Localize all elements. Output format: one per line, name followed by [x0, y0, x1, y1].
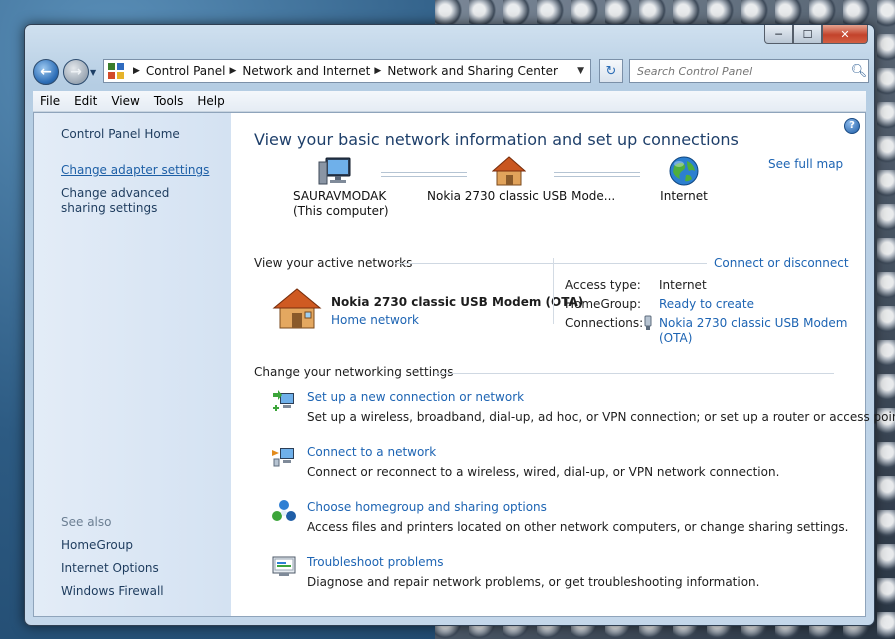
- homegroup-ready-link[interactable]: Ready to create: [659, 297, 754, 312]
- connection-name-link[interactable]: Nokia 2730 classic USB Modem (OTA): [659, 316, 848, 346]
- address-bar[interactable]: ▶ Control Panel ▶ Network and Internet ▶…: [103, 59, 591, 83]
- settings-title: Change your networking settings: [254, 365, 454, 379]
- internet-options-link[interactable]: Internet Options: [61, 561, 159, 576]
- chevron-down-icon: ▼: [90, 67, 97, 77]
- active-networks-title: View your active networks: [254, 256, 413, 270]
- breadcrumb-network-sharing-center[interactable]: Network and Sharing Center: [387, 64, 558, 78]
- menu-edit[interactable]: Edit: [67, 94, 104, 108]
- computer-node-label: SAURAVMODAK (This computer): [293, 189, 389, 219]
- close-button[interactable]: ✕: [822, 25, 868, 44]
- caption-buttons: ─ ☐ ✕: [764, 25, 868, 44]
- search-input[interactable]: [635, 61, 850, 81]
- menu-file[interactable]: File: [33, 94, 67, 108]
- back-button[interactable]: ←: [33, 59, 59, 85]
- troubleshoot-link[interactable]: Troubleshoot problems: [307, 555, 443, 569]
- connection-line: [381, 172, 467, 177]
- access-type-value: Internet: [659, 278, 707, 292]
- connect-network-icon: [272, 448, 294, 467]
- home-network-icon: [272, 288, 322, 329]
- connection-line: [554, 172, 640, 177]
- connect-network-desc: Connect or reconnect to a wireless, wire…: [307, 465, 780, 479]
- main-pane: ? View your basic network information an…: [231, 113, 895, 616]
- breadcrumb-arrow-icon[interactable]: ▶: [374, 66, 381, 76]
- arrow-right-icon: →: [70, 64, 82, 80]
- connect-network-link[interactable]: Connect to a network: [307, 445, 436, 459]
- arrow-left-icon: ←: [40, 64, 52, 80]
- menu-tools[interactable]: Tools: [147, 94, 191, 108]
- network-house-icon[interactable]: [492, 155, 526, 187]
- troubleshoot-desc: Diagnose and repair network problems, or…: [307, 575, 760, 589]
- homegroup-label: HomeGroup:: [565, 297, 642, 311]
- address-dropdown-icon[interactable]: ▼: [577, 66, 584, 76]
- navigation-bar: ← → ▼ ▶ Control Panel ▶ Network and Inte…: [33, 59, 869, 85]
- section-divider: [434, 373, 834, 374]
- vertical-divider: [553, 258, 554, 324]
- help-icon[interactable]: ?: [844, 118, 860, 134]
- connect-disconnect-link[interactable]: Connect or disconnect: [714, 256, 849, 271]
- homegroup-link[interactable]: HomeGroup: [61, 538, 133, 553]
- connections-label: Connections:: [565, 316, 644, 330]
- setup-connection-desc: Set up a wireless, broadband, dial-up, a…: [307, 410, 895, 424]
- homegroup-sharing-icon: [272, 500, 296, 521]
- content-area: Control Panel Home Change adapter settin…: [33, 112, 895, 617]
- internet-node-label: Internet: [660, 189, 708, 203]
- computer-name: SAURAVMODAK: [293, 189, 387, 203]
- computer-icon[interactable]: [318, 156, 352, 186]
- computer-sub: (This computer): [293, 204, 389, 218]
- breadcrumb-arrow-icon[interactable]: ▶: [230, 66, 237, 76]
- windows-firewall-link[interactable]: Windows Firewall: [61, 584, 164, 599]
- refresh-button[interactable]: ↻: [599, 59, 623, 83]
- internet-globe-icon[interactable]: [668, 155, 700, 187]
- change-adapter-settings-link[interactable]: Change adapter settings: [61, 163, 209, 178]
- home-network-link[interactable]: Home network: [331, 313, 419, 328]
- control-panel-home-link[interactable]: Control Panel Home: [61, 127, 180, 142]
- change-advanced-sharing-link[interactable]: Change advanced sharing settings: [61, 186, 211, 216]
- homegroup-options-link[interactable]: Choose homegroup and sharing options: [307, 500, 547, 514]
- left-pane: Control Panel Home Change adapter settin…: [34, 113, 231, 616]
- active-network-name: Nokia 2730 classic USB Modem (OTA): [331, 295, 584, 309]
- network-sharing-window: ─ ☐ ✕ ← → ▼ ▶ Control Panel ▶ Network an…: [24, 24, 895, 626]
- recent-pages-dropdown[interactable]: ▼: [90, 68, 100, 77]
- breadcrumb-control-panel[interactable]: Control Panel: [146, 64, 226, 78]
- usb-modem-icon: [644, 315, 652, 330]
- control-panel-icon: [108, 63, 124, 79]
- menu-bar: File Edit View Tools Help: [33, 91, 866, 112]
- menu-help[interactable]: Help: [190, 94, 231, 108]
- new-connection-icon: [273, 390, 294, 411]
- see-full-map-link[interactable]: See full map: [768, 157, 843, 171]
- maximize-button[interactable]: ☐: [793, 25, 822, 44]
- refresh-icon: ↻: [605, 63, 617, 79]
- breadcrumb-arrow-icon[interactable]: ▶: [133, 66, 140, 76]
- troubleshoot-icon: [272, 556, 296, 576]
- see-also-title: See also: [61, 515, 112, 529]
- search-box[interactable]: 🔍︎: [629, 59, 869, 83]
- homegroup-options-desc: Access files and printers located on oth…: [307, 520, 849, 534]
- forward-button[interactable]: →: [63, 59, 89, 85]
- setup-connection-link[interactable]: Set up a new connection or network: [307, 390, 524, 404]
- connection-name-line1: Nokia 2730 classic USB Modem: [659, 316, 848, 330]
- access-type-label: Access type:: [565, 278, 641, 292]
- page-title: View your basic network information and …: [254, 130, 739, 149]
- breadcrumb-network-internet[interactable]: Network and Internet: [242, 64, 370, 78]
- search-icon[interactable]: 🔍︎: [850, 64, 868, 79]
- menu-view[interactable]: View: [104, 94, 146, 108]
- minimize-button[interactable]: ─: [764, 25, 793, 44]
- section-divider: [395, 263, 707, 264]
- connection-name-line2: (OTA): [659, 331, 693, 345]
- network-node-label: Nokia 2730 classic USB Mode...: [427, 189, 616, 203]
